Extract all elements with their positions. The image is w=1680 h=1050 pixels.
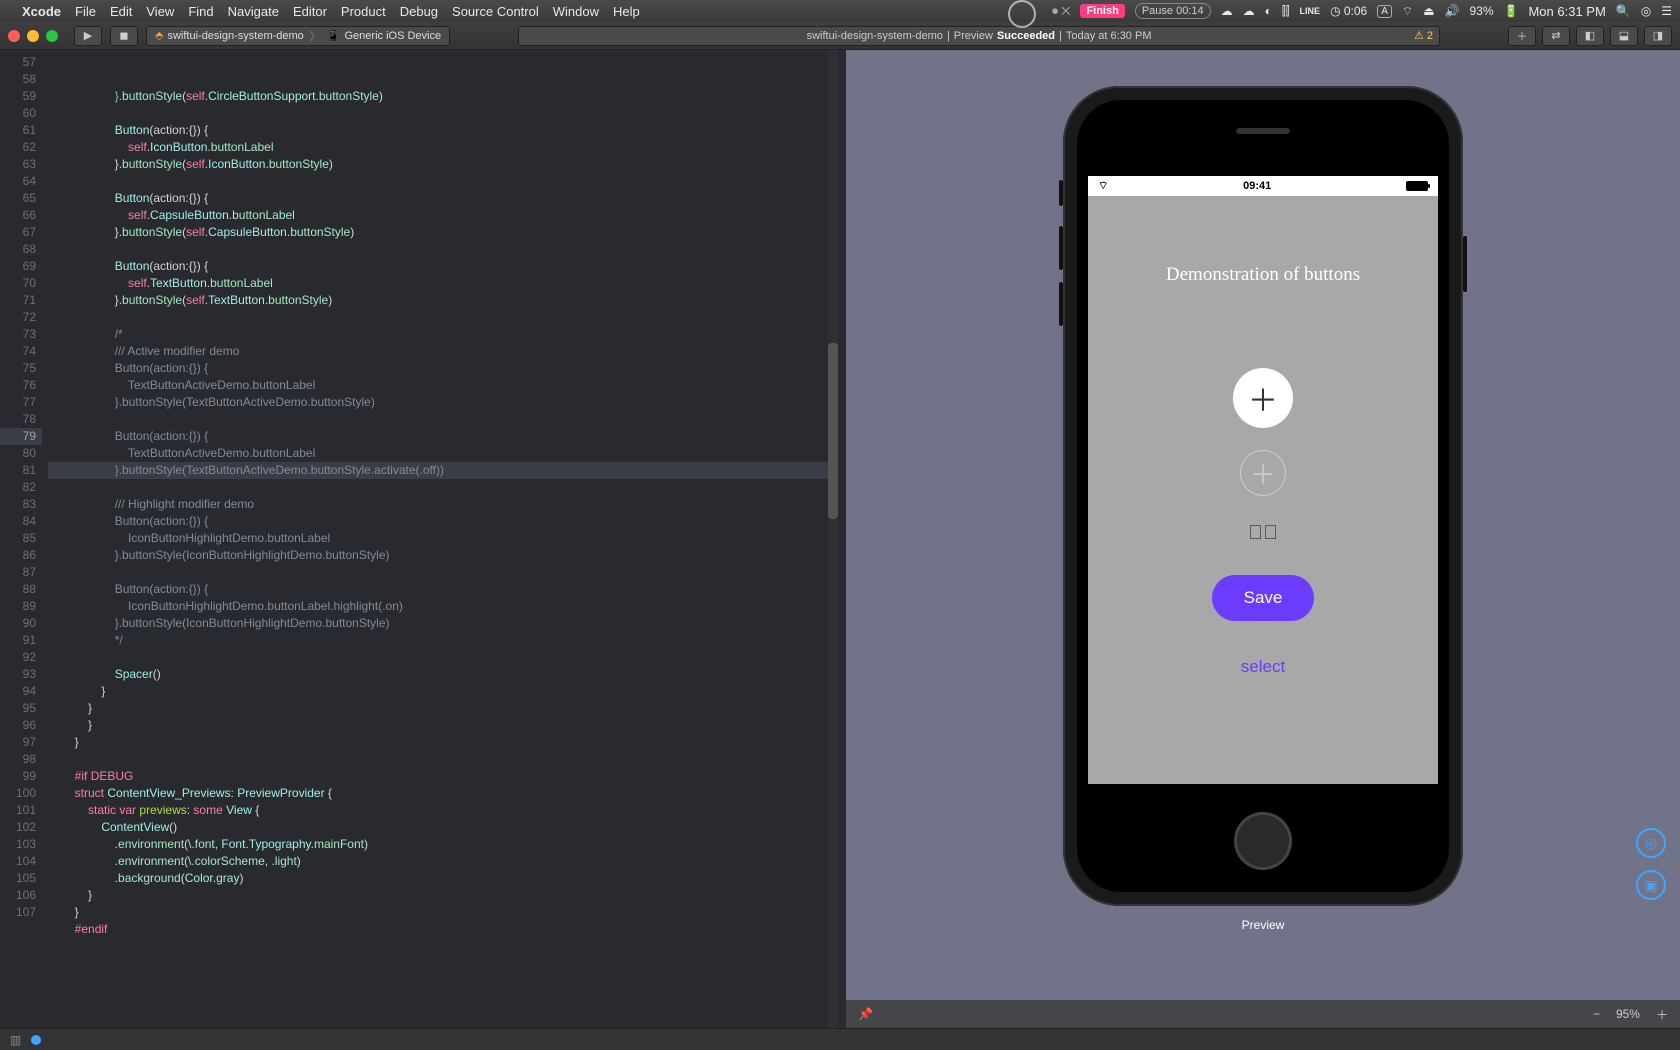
xcode-toolbar: ▶ ◼ ⬘ swiftui-design-system-demo 〉 📱 Gen…	[0, 22, 1680, 50]
select-text-button[interactable]: select	[1241, 657, 1285, 677]
add-button[interactable]: ＋	[1508, 26, 1536, 46]
menu-help[interactable]: Help	[613, 4, 640, 19]
siri-icon[interactable]: ◎	[1641, 4, 1651, 18]
menu-source-control[interactable]: Source Control	[452, 4, 539, 19]
plus-icon: ＋	[1248, 376, 1278, 420]
circle-add-button[interactable]: ＋	[1233, 368, 1293, 428]
volume-icon[interactable]: 🔊	[1445, 4, 1460, 18]
menu-view[interactable]: View	[146, 4, 174, 19]
menubar-app-icon[interactable]: ⫿⫿	[1282, 4, 1290, 19]
activity-status: swiftui-design-system-demo | Preview Suc…	[518, 26, 1440, 46]
wifi-icon[interactable]: ⌔	[1402, 4, 1413, 19]
zoom-out-button[interactable]: −	[1593, 1007, 1600, 1021]
preview-label: Preview	[1063, 918, 1463, 932]
device-time: 09:41	[1243, 180, 1271, 192]
battery-icon[interactable]: 🔋	[1504, 4, 1519, 18]
scheme-selector[interactable]: ⬘ swiftui-design-system-demo 〉 📱 Generic…	[146, 26, 450, 46]
zoom-level[interactable]: 95%	[1616, 1007, 1640, 1021]
device-icon: 📱	[327, 29, 341, 42]
code-editor[interactable]: 5758596061626364656667686970717273747576…	[0, 50, 838, 1028]
record-icon[interactable]: ⏺ ✕	[1052, 4, 1070, 19]
canvas-footer: 📌 − 95% ＋	[846, 1000, 1680, 1028]
wifi-icon: ⌔	[1098, 179, 1108, 193]
menu-find[interactable]: Find	[188, 4, 213, 19]
pause-badge[interactable]: Pause 00:14	[1135, 3, 1211, 19]
macos-menubar: Xcode File Edit View Find Navigate Editor Prod…	[0, 0, 1680, 22]
menu-product[interactable]: Product	[341, 4, 386, 19]
clock[interactable]: Mon 6:31 PM	[1528, 4, 1605, 19]
spotlight-icon[interactable]: 🔍	[1616, 4, 1631, 18]
device-status-bar: ⌔ 09:41	[1088, 176, 1438, 196]
control-center-icon[interactable]: ☰	[1661, 4, 1672, 18]
save-capsule-button[interactable]: Save	[1212, 575, 1315, 621]
stop-button[interactable]: ◼	[110, 26, 138, 46]
battery-icon	[1406, 181, 1428, 191]
preview-canvas[interactable]: ⌔ 09:41 Demonstration of buttons ＋ ＋ ⇧⃞ …	[846, 50, 1680, 1000]
input-icon[interactable]: A	[1377, 5, 1392, 18]
preview-overlay-button-2[interactable]: ▣	[1636, 870, 1666, 900]
run-button[interactable]: ▶	[74, 26, 102, 46]
pin-icon[interactable]: 📌	[858, 1007, 873, 1021]
bottom-bar: ▥	[0, 1028, 1680, 1050]
line-icon[interactable]: LINE	[1300, 6, 1321, 16]
minimap-scrollbar[interactable]	[828, 50, 838, 1028]
timer-icon[interactable]: ◷ 0:06	[1330, 4, 1367, 18]
home-button[interactable]	[1234, 812, 1292, 870]
demo-title: Demonstration of buttons	[1166, 264, 1360, 286]
left-panel-toggle[interactable]: ◧	[1576, 26, 1604, 46]
warning-indicator[interactable]: ⚠ 2	[1414, 29, 1433, 42]
swift-icon: ⬘	[155, 29, 163, 42]
circle-outline-add-button[interactable]: ＋	[1240, 450, 1286, 496]
menu-file[interactable]: File	[75, 4, 96, 19]
plus-icon: ＋	[1250, 455, 1276, 492]
finish-badge[interactable]: Finish	[1080, 4, 1124, 18]
sync-icon[interactable]: ◐	[1265, 4, 1272, 18]
cloud2-icon[interactable]: ☁	[1243, 4, 1255, 18]
bottom-panel-toggle[interactable]: ⬓	[1610, 26, 1638, 46]
device-frame: ⌔ 09:41 Demonstration of buttons ＋ ＋ ⇧⃞ …	[1063, 86, 1463, 906]
preview-overlay-button-1[interactable]: ◎	[1636, 828, 1666, 858]
menu-edit[interactable]: Edit	[110, 4, 132, 19]
zoom-in-button[interactable]: ＋	[1656, 1006, 1668, 1023]
cloud-icon[interactable]: ☁	[1221, 4, 1233, 18]
right-panel-toggle[interactable]: ◨	[1644, 26, 1672, 46]
app-name[interactable]: Xcode	[22, 4, 61, 19]
menu-window[interactable]: Window	[553, 4, 599, 19]
menu-navigate[interactable]: Navigate	[228, 4, 279, 19]
window-controls[interactable]	[8, 30, 58, 42]
share-icon-button[interactable]: ⇧⃞	[1248, 522, 1278, 545]
menu-editor[interactable]: Editor	[293, 4, 327, 19]
filter-dot-icon[interactable]	[31, 1035, 41, 1045]
preview-pane: ⌔ 09:41 Demonstration of buttons ＋ ＋ ⇧⃞ …	[838, 50, 1680, 1028]
menu-debug[interactable]: Debug	[400, 4, 438, 19]
battery-percent: 93%	[1469, 4, 1493, 18]
panel-toggle-icon[interactable]: ▥	[10, 1033, 21, 1047]
eject-icon[interactable]: ⏏	[1423, 4, 1434, 18]
library-button[interactable]: ⇄	[1542, 26, 1570, 46]
